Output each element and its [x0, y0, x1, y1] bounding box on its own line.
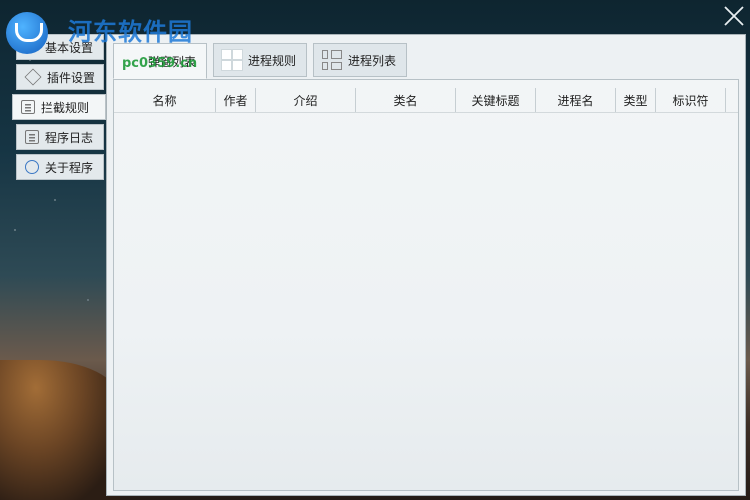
- list-grid-icon: [322, 50, 343, 70]
- tab-process-rules[interactable]: 进程规则: [213, 43, 308, 77]
- column-header-type[interactable]: 类型: [616, 88, 656, 112]
- info-icon: [25, 160, 39, 174]
- close-button[interactable]: [722, 4, 746, 28]
- tab-process-list[interactable]: 进程列表: [313, 43, 408, 77]
- column-header-identifier[interactable]: 标识符: [656, 88, 726, 112]
- main-panel: 弹窗列表 进程规则 进程列表 名称 作者 介绍 类名 关键标题 进程名 类型 标…: [106, 34, 746, 496]
- watermark-title: 河东软件园: [68, 17, 193, 46]
- column-header-description[interactable]: 介绍: [256, 88, 356, 112]
- rules-icon: [21, 100, 35, 114]
- popup-list-table: 名称 作者 介绍 类名 关键标题 进程名 类型 标识符: [113, 79, 739, 491]
- cube-icon: [24, 68, 42, 86]
- background-hill: [0, 360, 120, 500]
- logo-icon: [6, 12, 48, 54]
- sidebar-item-label: 关于程序: [45, 160, 94, 175]
- table-header: 名称 作者 介绍 类名 关键标题 进程名 类型 标识符: [114, 88, 738, 113]
- column-header-name[interactable]: 名称: [114, 88, 216, 112]
- sidebar-item-intercept-rules[interactable]: 拦截规则: [12, 94, 106, 120]
- sidebar-item-label: 插件设置: [47, 70, 96, 85]
- column-header-class-name[interactable]: 类名: [356, 88, 456, 112]
- tab-label: 进程规则: [248, 53, 297, 68]
- windows-icon: [221, 49, 244, 71]
- column-header-process-name[interactable]: 进程名: [536, 88, 616, 112]
- log-icon: [25, 130, 39, 144]
- column-header-author[interactable]: 作者: [216, 88, 256, 112]
- sidebar-item-about[interactable]: 关于程序: [16, 154, 104, 180]
- sidebar-item-program-log[interactable]: 程序日志: [16, 124, 104, 150]
- column-header-keyword-title[interactable]: 关键标题: [456, 88, 536, 112]
- watermark-logo: 河东软件园 pc0359.cn: [6, 10, 216, 71]
- close-icon: [724, 6, 744, 26]
- tab-label: 进程列表: [348, 53, 397, 68]
- watermark-url: pc0359.cn: [122, 56, 198, 71]
- sidebar-item-label: 程序日志: [45, 130, 94, 145]
- sidebar-item-label: 拦截规则: [41, 100, 90, 115]
